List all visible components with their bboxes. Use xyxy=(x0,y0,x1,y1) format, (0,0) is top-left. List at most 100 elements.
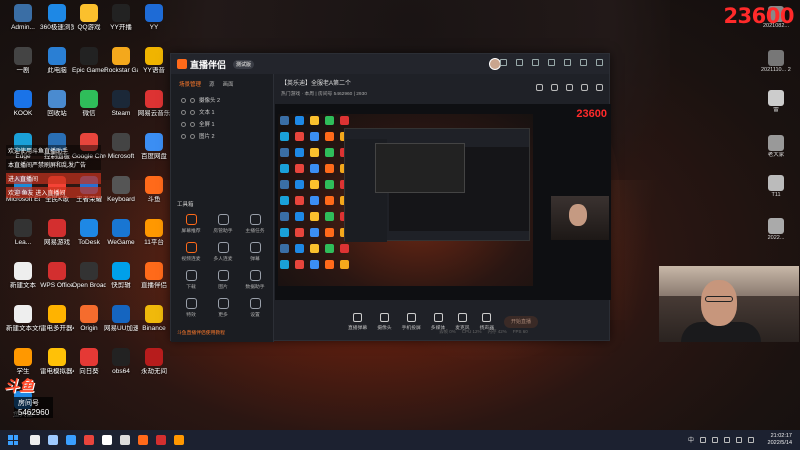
go-live-button[interactable]: 开始直播 xyxy=(504,316,539,328)
stream-preview[interactable]: 23600 xyxy=(275,104,611,300)
desktop-icon[interactable]: 2021110... 2022011... xyxy=(761,50,791,74)
desktop-icon[interactable]: WeGame xyxy=(104,219,138,247)
taskbar-app-icon[interactable] xyxy=(48,435,58,445)
desktop-icon[interactable]: 学生 xyxy=(6,348,40,376)
desktop-icon[interactable]: 11平台 xyxy=(137,219,171,247)
desktop-icon[interactable]: obs64 xyxy=(104,348,138,376)
desktop-icon[interactable]: 斗鱼 xyxy=(137,176,171,204)
eye-icon[interactable] xyxy=(181,133,186,139)
desktop-icon[interactable]: 2022... xyxy=(761,218,791,242)
desktop-icon[interactable]: Admin... xyxy=(6,4,40,32)
volume-icon[interactable] xyxy=(748,436,754,443)
taskbar-app-icon[interactable] xyxy=(138,435,148,445)
toolbox-item[interactable]: 屏幕推荐 xyxy=(175,214,207,234)
lock-icon[interactable] xyxy=(566,84,573,91)
control-button[interactable]: 手机投屏 xyxy=(402,313,421,331)
desktop-icon[interactable]: 一剧 xyxy=(6,47,40,75)
desktop-icon[interactable]: Rockstar Games... xyxy=(104,47,138,75)
taskbar-app-icon[interactable] xyxy=(174,435,184,445)
desktop-icon[interactable]: 回收站 xyxy=(40,90,74,118)
input-method[interactable]: 中 xyxy=(688,435,694,444)
maximize-icon[interactable] xyxy=(580,59,587,66)
desktop-icon[interactable]: 网易云音乐 xyxy=(137,90,171,118)
desktop-icon[interactable]: Epic Games Launcher xyxy=(72,47,106,75)
start-button[interactable] xyxy=(8,435,18,445)
desktop-icon[interactable]: YY语音 xyxy=(137,47,171,75)
minimize-icon[interactable] xyxy=(564,59,571,66)
desktop-icon[interactable]: 雷 xyxy=(761,90,791,114)
close-icon[interactable] xyxy=(596,59,603,66)
tray-app-icon[interactable] xyxy=(700,436,706,443)
clock[interactable]: 21:02:17 2022/5/14 xyxy=(768,433,792,447)
toolbox-item[interactable]: 主播任务 xyxy=(239,214,271,234)
desktop-icon[interactable]: Lea... xyxy=(6,219,40,247)
bag-icon[interactable] xyxy=(551,84,558,91)
desktop-icon[interactable]: Binance xyxy=(137,305,171,333)
desktop-icon[interactable]: 快剪辑 xyxy=(104,262,138,290)
toolbox-item[interactable]: 更多 xyxy=(207,298,239,318)
share-out-icon[interactable] xyxy=(596,84,603,91)
desktop-icon[interactable]: T11 xyxy=(761,175,791,199)
desktop-icon[interactable]: 网易游戏 xyxy=(40,219,74,247)
taskbar-app-icon[interactable] xyxy=(30,435,40,445)
desktop-icon[interactable]: 雷电模拟器4 xyxy=(40,348,74,376)
tray-app-icon[interactable] xyxy=(724,436,730,443)
eye-icon[interactable] xyxy=(181,121,186,127)
desktop-icon[interactable]: 向日葵 xyxy=(72,348,106,376)
desktop-icon[interactable]: Origin xyxy=(72,305,106,333)
panel-tab[interactable]: 画面 xyxy=(223,80,234,88)
toolbox-item[interactable]: 下载 xyxy=(175,270,207,290)
lock-icon[interactable] xyxy=(190,121,195,127)
network-icon[interactable] xyxy=(736,436,742,443)
toolbox-item[interactable]: 房管助手 xyxy=(207,214,239,234)
desktop-icon[interactable]: KOOK xyxy=(6,90,40,118)
desktop-icon[interactable]: 网易UU加速 xyxy=(104,305,138,333)
desktop-icon[interactable]: 微信 xyxy=(72,90,106,118)
taskbar-app-icon[interactable] xyxy=(156,435,166,445)
desktop-icon[interactable]: QQ游戏 xyxy=(72,4,106,32)
desktop-icon[interactable]: 360极速浏览器 xyxy=(40,4,74,32)
desktop-icon[interactable]: YY开播 xyxy=(104,4,138,32)
eye-icon[interactable] xyxy=(181,97,186,103)
scene-item[interactable]: 摄像头 2 xyxy=(171,94,273,106)
tutorial-link[interactable]: 斗鱼直播伴侣使用教程 xyxy=(177,329,225,336)
share-icon[interactable] xyxy=(536,84,543,91)
scene-item[interactable]: 全屏 1 xyxy=(171,118,273,130)
toolbox-item[interactable]: 视频连麦 xyxy=(175,242,207,262)
taskbar-app-icon[interactable] xyxy=(102,435,112,445)
scene-item[interactable]: 图片 2 xyxy=(171,130,273,142)
desktop-icon[interactable]: Open Broadcast... xyxy=(72,262,106,290)
message-icon[interactable] xyxy=(500,59,507,66)
desktop-icon[interactable]: 百度网盘 xyxy=(137,133,171,161)
toolbox-item[interactable]: 特效 xyxy=(175,298,207,318)
desktop-icon[interactable]: Steam xyxy=(104,90,138,118)
desktop-icon[interactable]: 永劫无间 xyxy=(137,348,171,376)
tray-app-icon[interactable] xyxy=(712,436,718,443)
skin-icon[interactable] xyxy=(516,59,523,66)
desktop-icon[interactable]: 雷电多开器4 xyxy=(40,305,74,333)
taskbar-app-icon[interactable] xyxy=(120,435,130,445)
panel-tab[interactable]: 场景管理 xyxy=(179,80,201,88)
eye-icon[interactable] xyxy=(181,109,186,115)
toolbox-item[interactable]: 弹幕 xyxy=(239,242,271,262)
desktop-icon[interactable]: WPS Office xyxy=(40,262,74,290)
lock-icon[interactable] xyxy=(190,133,195,139)
panel-tab[interactable]: 源 xyxy=(209,80,215,88)
taskbar-app-icon[interactable] xyxy=(66,435,76,445)
control-button[interactable]: 直播弹幕 xyxy=(348,313,367,331)
settings-icon[interactable] xyxy=(532,59,539,66)
desktop-icon[interactable]: 新建文本文档 xyxy=(6,305,40,333)
desktop-icon[interactable]: ToDesk xyxy=(72,219,106,247)
desktop-icon[interactable]: 老大家 xyxy=(761,135,791,159)
lock-icon[interactable] xyxy=(190,109,195,115)
taskbar-app-icon[interactable] xyxy=(84,435,94,445)
desktop-icon[interactable]: 新建文本 xyxy=(6,262,40,290)
desktop-icon[interactable]: YY xyxy=(137,4,171,32)
bell-icon[interactable] xyxy=(581,84,588,91)
desktop-icon[interactable]: Microsoft xyxy=(104,133,138,161)
lock-icon[interactable] xyxy=(190,97,195,103)
desktop-icon[interactable]: Keyboard xyxy=(104,176,138,204)
menu-icon[interactable] xyxy=(548,59,555,66)
control-button[interactable]: 摄像头 xyxy=(377,313,392,331)
toolbox-item[interactable]: 设置 xyxy=(239,298,271,318)
